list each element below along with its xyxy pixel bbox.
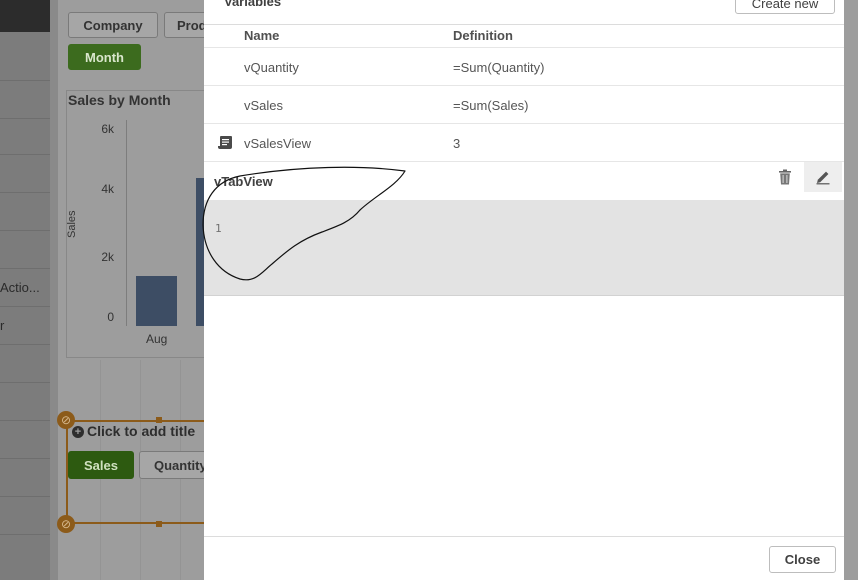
delete-variable-button[interactable] xyxy=(766,162,804,192)
variable-definition: 3 xyxy=(453,136,461,151)
left-panel-divider xyxy=(0,344,50,345)
dialog-title: Variables xyxy=(224,0,282,9)
left-panel-divider xyxy=(0,306,50,307)
background-top-bar xyxy=(0,0,50,32)
filter-month-button[interactable]: Month xyxy=(68,44,141,70)
left-panel-divider xyxy=(0,382,50,383)
add-title-placeholder[interactable]: + Click to add title xyxy=(72,423,195,439)
left-panel-item[interactable]: r xyxy=(0,318,4,333)
variable-row[interactable]: vSales =Sum(Sales) xyxy=(204,85,844,123)
y-tick-label: 4k xyxy=(101,182,114,196)
x-tick-label: Aug xyxy=(146,332,168,346)
y-tick-label: 0 xyxy=(107,310,114,324)
measure-quantity-button[interactable]: Quantity xyxy=(139,451,211,479)
trash-icon xyxy=(779,169,791,185)
expanded-variable-header[interactable]: vTabView xyxy=(204,161,844,200)
left-panel-divider xyxy=(0,534,50,535)
left-panel-divider xyxy=(0,154,50,155)
chart-bar[interactable] xyxy=(196,178,204,326)
y-tick-label: 6k xyxy=(101,122,114,136)
left-panel-divider xyxy=(0,268,50,269)
variable-row[interactable]: vQuantity =Sum(Quantity) xyxy=(204,47,844,85)
variable-name: vSalesView xyxy=(244,136,311,151)
left-panel-divider xyxy=(0,420,50,421)
background-separator xyxy=(50,0,58,580)
variables-dialog: Variables Create new Name Definition vQu… xyxy=(204,0,844,580)
y-tick-label: 2k xyxy=(101,250,114,264)
create-new-button[interactable]: Create new xyxy=(735,0,835,14)
left-panel-divider xyxy=(0,118,50,119)
edit-variable-button[interactable] xyxy=(804,162,842,192)
y-axis xyxy=(126,120,127,326)
close-button[interactable]: Close xyxy=(769,546,836,573)
variable-definition: =Sum(Sales) xyxy=(453,98,529,113)
variable-definition: =Sum(Quantity) xyxy=(453,60,545,75)
left-panel-divider xyxy=(0,496,50,497)
left-panel-divider xyxy=(0,230,50,231)
measure-sales-button[interactable]: Sales xyxy=(68,451,134,479)
resize-handle-icon[interactable]: ⊘ xyxy=(57,515,75,533)
variable-row[interactable]: vSalesView 3 xyxy=(204,123,844,161)
left-panel-divider xyxy=(0,192,50,193)
script-icon xyxy=(218,136,232,149)
left-panel-divider xyxy=(0,458,50,459)
chart-bar[interactable] xyxy=(136,276,177,326)
y-axis-label: Sales xyxy=(66,210,78,238)
resize-handle[interactable] xyxy=(156,521,162,527)
variable-name: vQuantity xyxy=(244,60,299,75)
column-header-name[interactable]: Name xyxy=(244,28,279,43)
filter-company-button[interactable]: Company xyxy=(68,12,158,38)
column-header-definition[interactable]: Definition xyxy=(453,28,513,43)
dialog-footer: Close xyxy=(204,536,844,580)
variable-name: vSales xyxy=(244,98,284,113)
plus-icon: + xyxy=(72,426,84,438)
left-panel-divider xyxy=(0,80,50,81)
dialog-header: Variables Create new xyxy=(204,0,844,25)
chart-title: Sales by Month xyxy=(68,92,171,108)
left-panel-item[interactable]: Actio... xyxy=(0,280,40,295)
variable-definition-editor[interactable]: 1 xyxy=(204,200,844,296)
pencil-icon xyxy=(816,171,830,185)
editor-line-number: 1 xyxy=(215,222,222,235)
expanded-variable-name: vTabView xyxy=(214,174,273,189)
